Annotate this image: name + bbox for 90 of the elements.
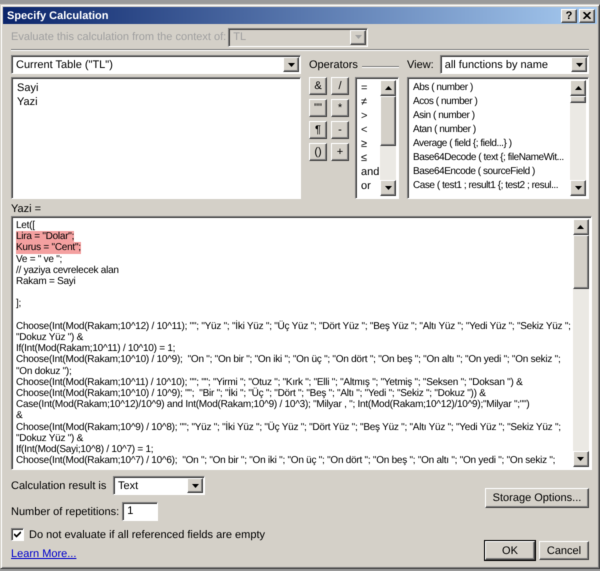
field-item[interactable]: Yazi	[17, 95, 295, 109]
code-line: If(Int(Mod(Rakam;10^11) / 10^10) = 1;	[16, 343, 176, 354]
code-line: Ve = " ve ";	[16, 254, 62, 265]
scroll-thumb[interactable]	[380, 96, 396, 146]
function-item[interactable]: Acos ( number )	[413, 95, 569, 109]
down-arrow-icon	[574, 186, 582, 190]
operator-button[interactable]: -	[331, 121, 349, 139]
dropdown-button[interactable]	[283, 57, 299, 72]
window-title: Specify Calculation	[7, 10, 110, 22]
result-type-label: Calculation result is	[11, 480, 107, 492]
code-line: // yaziya cevrelecek alan	[16, 264, 119, 276]
code-line: ];	[16, 297, 22, 310]
caret-icon	[192, 484, 198, 488]
operator-button[interactable]: &	[309, 77, 327, 95]
up-arrow-icon	[577, 225, 584, 229]
operator-item[interactable]: ≤	[361, 151, 377, 165]
learn-more-link[interactable]: Learn More...	[11, 548, 76, 560]
operator-button[interactable]: ¶	[309, 121, 327, 139]
operators-label: Operators	[309, 58, 358, 70]
dropdown-button[interactable]	[571, 57, 587, 72]
repetitions-field[interactable]: 1	[122, 502, 158, 521]
up-arrow-icon	[384, 86, 392, 90]
code-line: Choose(Int(Mod(Rakam;10^10) / 10^9); "On "; "On bir "; "On iki "; "On üç "; "On dört "; "On beş "; "On altı "; "On yedi "; "On sekiz ";	[16, 354, 560, 366]
code-line: Choose(Int(Mod(Rakam;10^7) / 10^6); "On "; "On bir "; "On iki "; "On üç "; "On dört "; "On beş "; "On altı "; "On yedi "; "On sekiz ";	[16, 455, 556, 466]
operator-item[interactable]: =	[361, 81, 377, 95]
cancel-button[interactable]: Cancel	[539, 541, 589, 560]
function-item[interactable]: Atan ( number )	[413, 123, 569, 137]
checkmark-icon	[14, 531, 21, 538]
code-line: Case(Int(Mod(Rakam;10^12)/10^9) and Int(Mod(Rakam;10^9) / 10^3); "Milyar , "; Int(Mod(Rakam;10^12)/10^9);"Milyar ";"")	[16, 399, 530, 410]
code-line: Choose(Int(Mod(Rakam;10^9) / 10^8); ""; "Yüz "; "İki Yüz "; "Üç Yüz "; "Dört Yüz "; "Beş Yüz "; "Altı Yüz "; "Yedi Yüz "; "Sekiz Yüz ";	[16, 422, 561, 433]
scrollbar[interactable]	[572, 219, 589, 467]
operator-item[interactable]: ≠	[361, 95, 377, 109]
code-line: &	[16, 410, 22, 422]
scroll-up-button[interactable]	[572, 219, 589, 235]
code-line: "On dokuz ");	[16, 366, 72, 377]
operator-button[interactable]: /	[331, 77, 349, 95]
code-line: Choose(Int(Mod(Rakam;10^11) / 10^10); ""; ""; "Yirmi "; "Otuz "; "Kırk "; "Elli "; "Altmış "; "Yetmiş "; "Seksen "; "Doksan ") &	[16, 376, 522, 388]
checkbox[interactable]	[11, 528, 24, 541]
operator-button[interactable]: ()	[309, 143, 327, 161]
function-item[interactable]: Base64Encode ( sourceField )	[413, 165, 569, 179]
view-label: View:	[407, 58, 434, 70]
ok-button[interactable]: OK	[485, 541, 535, 560]
operator-item[interactable]: or	[361, 179, 377, 193]
operator-item[interactable]: ≥	[361, 137, 377, 151]
function-item[interactable]: Asin ( number )	[413, 109, 569, 123]
scroll-up-button[interactable]	[570, 80, 586, 96]
close-icon	[583, 12, 591, 19]
result-type-dropdown[interactable]: Text	[113, 476, 205, 495]
up-arrow-icon	[574, 86, 582, 90]
down-arrow-icon	[577, 457, 584, 461]
scroll-down-button[interactable]	[380, 180, 396, 196]
field-item[interactable]: Sayi	[17, 81, 295, 95]
operator-button[interactable]: *	[331, 99, 349, 117]
scroll-down-button[interactable]	[570, 180, 586, 196]
checkbox-label[interactable]: Do not evaluate if all referenced fields are empty	[29, 528, 266, 540]
view-dropdown[interactable]: all functions by name	[440, 55, 589, 74]
code-line: Choose(Int(Mod(Rakam;10^10) / 10^9); ""; "Bir "; "İki "; "Üç "; "Dört "; "Beş "; "Altı "; "Yedi "; "Sekiz "; "Dokuz ")) &	[16, 388, 486, 400]
formula-label: Yazi =	[11, 203, 42, 215]
scrollbar[interactable]	[570, 80, 586, 196]
operator-item[interactable]: >	[361, 109, 377, 123]
code-line: "Dokuz Yüz ") &	[16, 332, 84, 344]
code-line: Let([	[16, 220, 35, 232]
scrollbar[interactable]	[380, 80, 396, 196]
operator-button[interactable]: ""	[309, 99, 327, 117]
scroll-up-button[interactable]	[380, 80, 396, 96]
code-line: If(Int(Mod(Sayi;10^8) / 10^7) = 1;	[16, 444, 154, 456]
scroll-thumb[interactable]	[572, 235, 589, 289]
scroll-down-button[interactable]	[572, 451, 589, 467]
scroll-thumb[interactable]	[570, 96, 586, 103]
dropdown-button[interactable]	[187, 478, 203, 493]
help-button[interactable]: ?	[561, 8, 577, 22]
function-item[interactable]: Base64Decode ( text {; fileNameWit...	[413, 151, 569, 165]
caret-icon	[288, 62, 294, 66]
caret-icon	[576, 62, 582, 66]
operator-item[interactable]: <	[361, 123, 377, 137]
code-line: Choose(Int(Mod(Rakam;10^12) / 10^11); ""; "Yüz "; "İki Yüz "; "Üç Yüz "; "Dört Yüz "; "Beş Yüz "; "Altı Yüz "; "Yedi Yüz "; "Sekiz Yüz ";	[16, 319, 571, 332]
operator-button[interactable]: +	[331, 143, 349, 161]
code-line: Rakam = Sayi	[16, 276, 76, 288]
storage-options-button[interactable]: Storage Options...	[485, 488, 589, 508]
close-button[interactable]	[579, 8, 595, 22]
down-arrow-icon	[384, 186, 392, 190]
function-item[interactable]: Average ( field {; field...} )	[413, 137, 569, 151]
repetitions-label: Number of repetitions:	[11, 506, 120, 518]
caret-icon	[354, 35, 362, 39]
code-line: "Dokuz Yüz ") &	[16, 432, 84, 444]
operator-item[interactable]: and	[361, 165, 377, 179]
table-dropdown[interactable]: Current Table ("TL")	[11, 55, 301, 74]
formula-editor[interactable]	[11, 216, 592, 470]
function-item[interactable]: Abs ( number )	[413, 81, 569, 95]
function-item[interactable]: Case ( test1 ; result1 {; test2 ; resul...	[413, 179, 569, 193]
